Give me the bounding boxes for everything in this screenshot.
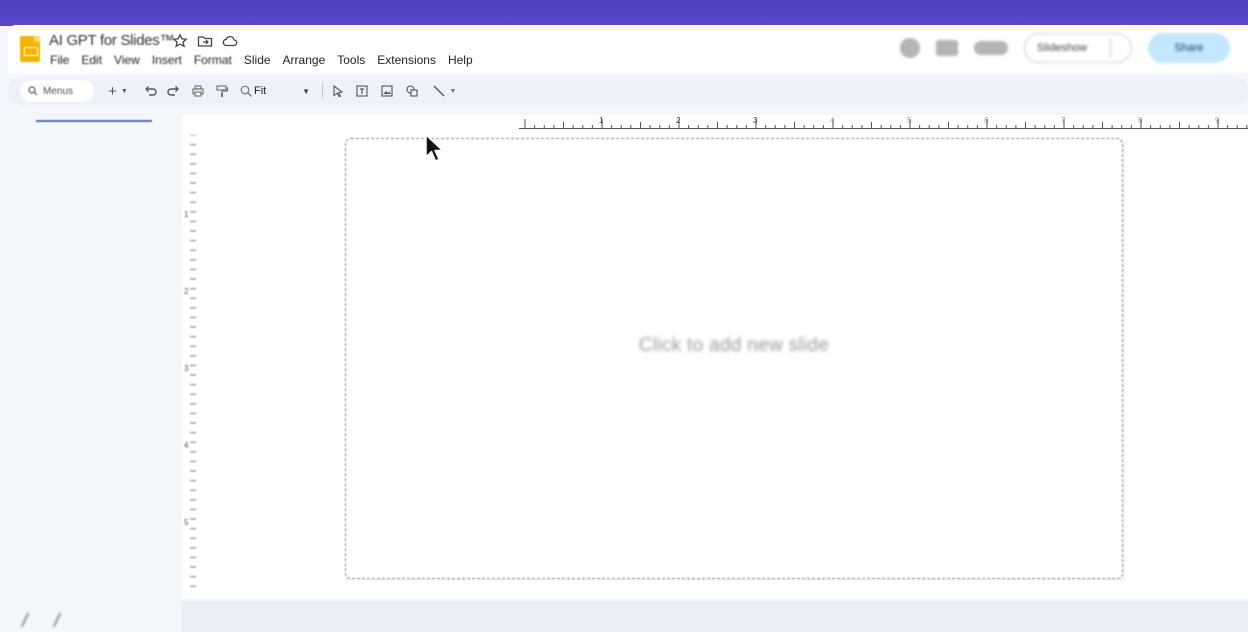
slides-logo-icon[interactable]: [20, 36, 40, 62]
paint-format-button[interactable]: [214, 82, 230, 100]
line-icon: [433, 85, 444, 97]
toolbar-divider: [322, 83, 323, 99]
shape-button[interactable]: [404, 82, 420, 100]
history-icon[interactable]: [900, 38, 920, 58]
search-icon: [28, 86, 38, 96]
cloud-status-icon[interactable]: [222, 33, 238, 49]
text-box-icon: [356, 85, 368, 97]
filmstrip-view-icon[interactable]: [52, 613, 74, 627]
new-slide-button[interactable]: + ▼: [104, 82, 132, 100]
chevron-down-icon: ▼: [449, 87, 457, 95]
plus-icon: +: [108, 82, 117, 100]
title-bar: AI GPT for Slides™ File Edit View Insert…: [8, 25, 1248, 73]
move-folder-icon[interactable]: [197, 33, 213, 49]
chevron-down-icon: ▼: [302, 86, 310, 96]
filmstrip-view-controls: [20, 613, 74, 627]
ruler-label: 4: [184, 441, 189, 450]
select-tool-button[interactable]: [330, 82, 346, 100]
ruler-label: 3: [753, 116, 758, 125]
search-menus-input[interactable]: Menus: [20, 80, 94, 102]
chevron-down-icon: ▼: [120, 87, 128, 95]
toolbar: Menus + ▼ Fit ▼ ▼: [8, 76, 1248, 106]
ruler-label: 3: [184, 364, 189, 373]
vertical-ruler: 1 2 3 4 5: [184, 135, 196, 587]
ruler-label: 2: [676, 116, 681, 125]
undo-icon: [145, 86, 157, 96]
star-icon[interactable]: [172, 33, 188, 49]
horizontal-ruler: 1 2 3 4 5 6 7 8 9: [519, 116, 1248, 129]
menu-tools[interactable]: Tools: [337, 53, 365, 67]
zoom-button[interactable]: [238, 82, 254, 100]
paint-format-icon: [216, 85, 229, 97]
ruler-label: 7: [1061, 116, 1066, 125]
zoom-value: Fit: [254, 85, 267, 97]
menu-arrange[interactable]: Arrange: [283, 53, 326, 67]
zoom-icon: [240, 85, 252, 97]
ruler-label: 4: [830, 116, 835, 125]
print-button[interactable]: [190, 82, 206, 100]
insert-image-button[interactable]: [379, 82, 395, 100]
redo-icon: [167, 86, 179, 96]
comments-icon[interactable]: [936, 40, 958, 56]
title-icons: [172, 33, 238, 49]
add-slide-placeholder[interactable]: Click to add new slide: [346, 335, 1122, 357]
header-actions: Slideshow Share: [900, 33, 1230, 63]
line-tool-button[interactable]: ▼: [429, 82, 459, 100]
grid-view-icon[interactable]: [20, 613, 42, 627]
canvas-workspace[interactable]: 1 2 3 4 5 6 7 8 9 1 2 3 4 5 Click to add new slide: [182, 115, 1248, 618]
empty-slide[interactable]: Click to add new slide: [345, 138, 1123, 579]
slideshow-button[interactable]: Slideshow: [1024, 33, 1132, 63]
search-placeholder: Menus: [43, 85, 74, 97]
redo-button[interactable]: [166, 82, 182, 100]
ruler-label: 1: [184, 210, 189, 219]
print-icon: [192, 85, 204, 97]
menu-view[interactable]: View: [114, 53, 140, 67]
menu-help[interactable]: Help: [448, 53, 473, 67]
ruler-label: 9: [1215, 116, 1220, 125]
menu-format[interactable]: Format: [194, 53, 232, 67]
document-title[interactable]: AI GPT for Slides™: [49, 32, 175, 49]
slide-filmstrip: [8, 115, 182, 632]
menu-edit[interactable]: Edit: [81, 53, 102, 67]
speaker-notes-area[interactable]: [182, 601, 1248, 632]
ruler-label: 8: [1138, 116, 1143, 125]
ruler-label: 2: [184, 287, 189, 296]
shape-icon: [406, 85, 418, 97]
slideshow-label: Slideshow: [1037, 42, 1088, 54]
menu-file[interactable]: File: [50, 53, 69, 67]
share-button[interactable]: Share: [1148, 33, 1230, 63]
menu-bar: File Edit View Insert Format Slide Arran…: [50, 53, 473, 67]
menu-slide[interactable]: Slide: [244, 53, 271, 67]
pointer-icon: [333, 84, 344, 98]
selected-slide-indicator[interactable]: [36, 120, 152, 122]
ruler-label: 5: [184, 518, 189, 527]
zoom-select[interactable]: Fit ▼: [254, 82, 310, 100]
image-icon: [381, 85, 393, 97]
text-box-button[interactable]: [354, 82, 370, 100]
mouse-cursor-icon: [425, 134, 444, 162]
menu-extensions[interactable]: Extensions: [377, 53, 436, 67]
share-label: Share: [1174, 42, 1204, 54]
ruler-label: 5: [907, 116, 912, 125]
menu-insert[interactable]: Insert: [152, 53, 182, 67]
meet-icon[interactable]: [974, 41, 1008, 55]
ruler-label: 1: [599, 116, 604, 125]
undo-button[interactable]: [142, 82, 158, 100]
ruler-label: 6: [984, 116, 989, 125]
app-window: AI GPT for Slides™ File Edit View Insert…: [8, 25, 1248, 632]
